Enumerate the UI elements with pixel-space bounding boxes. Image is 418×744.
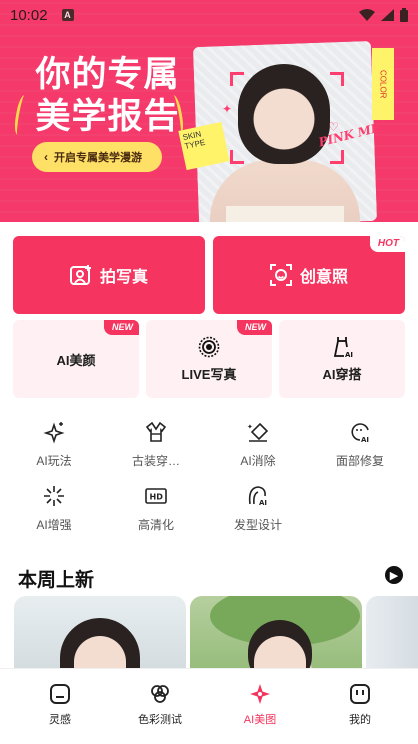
nav-color-test[interactable]: 色彩测试: [108, 683, 212, 727]
tool-label: 高清化: [137, 518, 174, 532]
photo-shoot-label: 拍写真: [99, 269, 148, 286]
nav-label: 我的: [349, 714, 371, 726]
tool-costume[interactable]: 古装穿…: [106, 420, 206, 469]
weekly-photo-card[interactable]: [190, 596, 362, 668]
portrait-photo-icon: [69, 265, 91, 285]
profile-icon: [350, 684, 370, 704]
signal-icon: [381, 9, 394, 21]
svg-text:✦: ✦: [247, 423, 253, 431]
svg-text:AI: AI: [361, 436, 369, 444]
banner-title-line2: 美学报告: [35, 97, 180, 137]
more-arrow-button[interactable]: ▶: [385, 566, 403, 584]
chevron-left-icon: ‹: [44, 150, 48, 164]
new-badge: NEW: [104, 320, 139, 335]
banner-cta-label: 开启专属美学漫游: [54, 152, 142, 164]
dress-ai-icon: AI: [333, 336, 353, 358]
robe-icon: [144, 420, 168, 444]
creative-face-icon: [269, 264, 292, 286]
banner-title-line1: 你的专属: [35, 55, 180, 95]
tool-label: AI增强: [36, 518, 72, 532]
weekly-photo-card[interactable]: [366, 596, 418, 668]
notification-icon: A: [61, 9, 74, 21]
banner-title: 你的专属 美学报告: [20, 54, 195, 138]
svg-text:AI: AI: [259, 499, 267, 507]
nav-ai-beauty[interactable]: AI美图: [208, 683, 312, 727]
creative-photo-label: 创意照: [299, 269, 348, 286]
tool-label: 发型设计: [233, 518, 282, 532]
model-portrait: [238, 64, 330, 164]
color-sticker: COLOR: [372, 48, 394, 120]
enhance-icon: [42, 484, 66, 508]
focus-corner: [230, 150, 244, 164]
star-icon: ✦: [222, 102, 233, 116]
tool-hairstyle[interactable]: AI 发型设计: [208, 484, 308, 533]
new-badge: NEW: [237, 320, 272, 335]
status-time: 10:02: [10, 6, 48, 24]
ai-beauty-icon: [250, 684, 270, 704]
focus-corner: [330, 72, 344, 86]
tool-ai-play[interactable]: AI玩法: [4, 420, 104, 469]
nav-inspiration[interactable]: 灵感: [8, 683, 112, 727]
ai-beauty-label: AI美颜: [56, 352, 96, 368]
nav-label: 灵感: [49, 714, 71, 726]
nav-label: AI美图: [243, 714, 277, 726]
hairstyle-icon: AI: [246, 484, 270, 508]
focus-corner: [330, 150, 344, 164]
status-icons: [359, 8, 408, 22]
svg-text:HD: HD: [150, 493, 164, 502]
tool-label: 面部修复: [335, 454, 384, 468]
tool-face-repair[interactable]: AI 面部修复: [310, 420, 410, 469]
svg-text:AI: AI: [345, 351, 353, 358]
nav-profile[interactable]: 我的: [308, 683, 412, 727]
color-sticker-text: COLOR: [378, 69, 388, 99]
inspiration-icon: [50, 684, 70, 704]
ai-beauty-card[interactable]: AI美颜 NEW: [13, 320, 139, 398]
main-content: 拍写真 创意照 HOT AI美颜 NEW LIVE写真 NEW AI AI穿搭 …: [0, 222, 418, 668]
face-repair-icon: AI: [348, 420, 372, 444]
weekly-new-title: 本周上新: [18, 570, 95, 591]
status-bar: 10:02 A: [0, 0, 418, 30]
wifi-icon: [359, 9, 375, 21]
banner-cta-button[interactable]: ‹ 开启专属美学漫游: [32, 142, 162, 172]
photo-shoot-button[interactable]: 拍写真: [13, 236, 205, 314]
hot-badge: HOT: [369, 236, 405, 252]
eraser-icon: ✦: [246, 420, 270, 444]
tool-ai-erase[interactable]: ✦ AI消除: [208, 420, 308, 469]
tool-label: AI消除: [240, 454, 276, 468]
nav-label: 色彩测试: [138, 714, 182, 726]
tool-hd[interactable]: HD 高清化: [106, 484, 206, 533]
bottom-nav: 灵感 色彩测试 AI美图 我的: [0, 668, 418, 744]
ai-outfit-card[interactable]: AI AI穿搭: [279, 320, 405, 398]
skin-type-text: SKIN TYPE: [181, 129, 207, 151]
live-photo-card[interactable]: LIVE写真 NEW: [146, 320, 272, 398]
sparkle-icon: [42, 420, 66, 444]
tool-ai-enhance[interactable]: AI增强: [4, 484, 104, 533]
live-icon: [198, 336, 220, 357]
ai-outfit-label: AI穿搭: [322, 366, 362, 382]
focus-corner: [230, 72, 244, 86]
hd-icon: HD: [144, 484, 168, 508]
model-wrap-top: [226, 206, 344, 222]
live-photo-label: LIVE写真: [181, 366, 237, 382]
creative-photo-button[interactable]: 创意照 HOT: [213, 236, 405, 314]
tool-label: AI玩法: [36, 454, 72, 468]
tool-label: 古装穿…: [131, 454, 180, 468]
battery-icon: [400, 8, 408, 22]
hero-banner[interactable]: 你的专属 美学报告 ‹ 开启专属美学漫游 SKIN TYPE COLOR ♡ ✦…: [0, 0, 418, 222]
weekly-photo-card[interactable]: [14, 596, 186, 668]
color-test-icon: [151, 685, 169, 703]
